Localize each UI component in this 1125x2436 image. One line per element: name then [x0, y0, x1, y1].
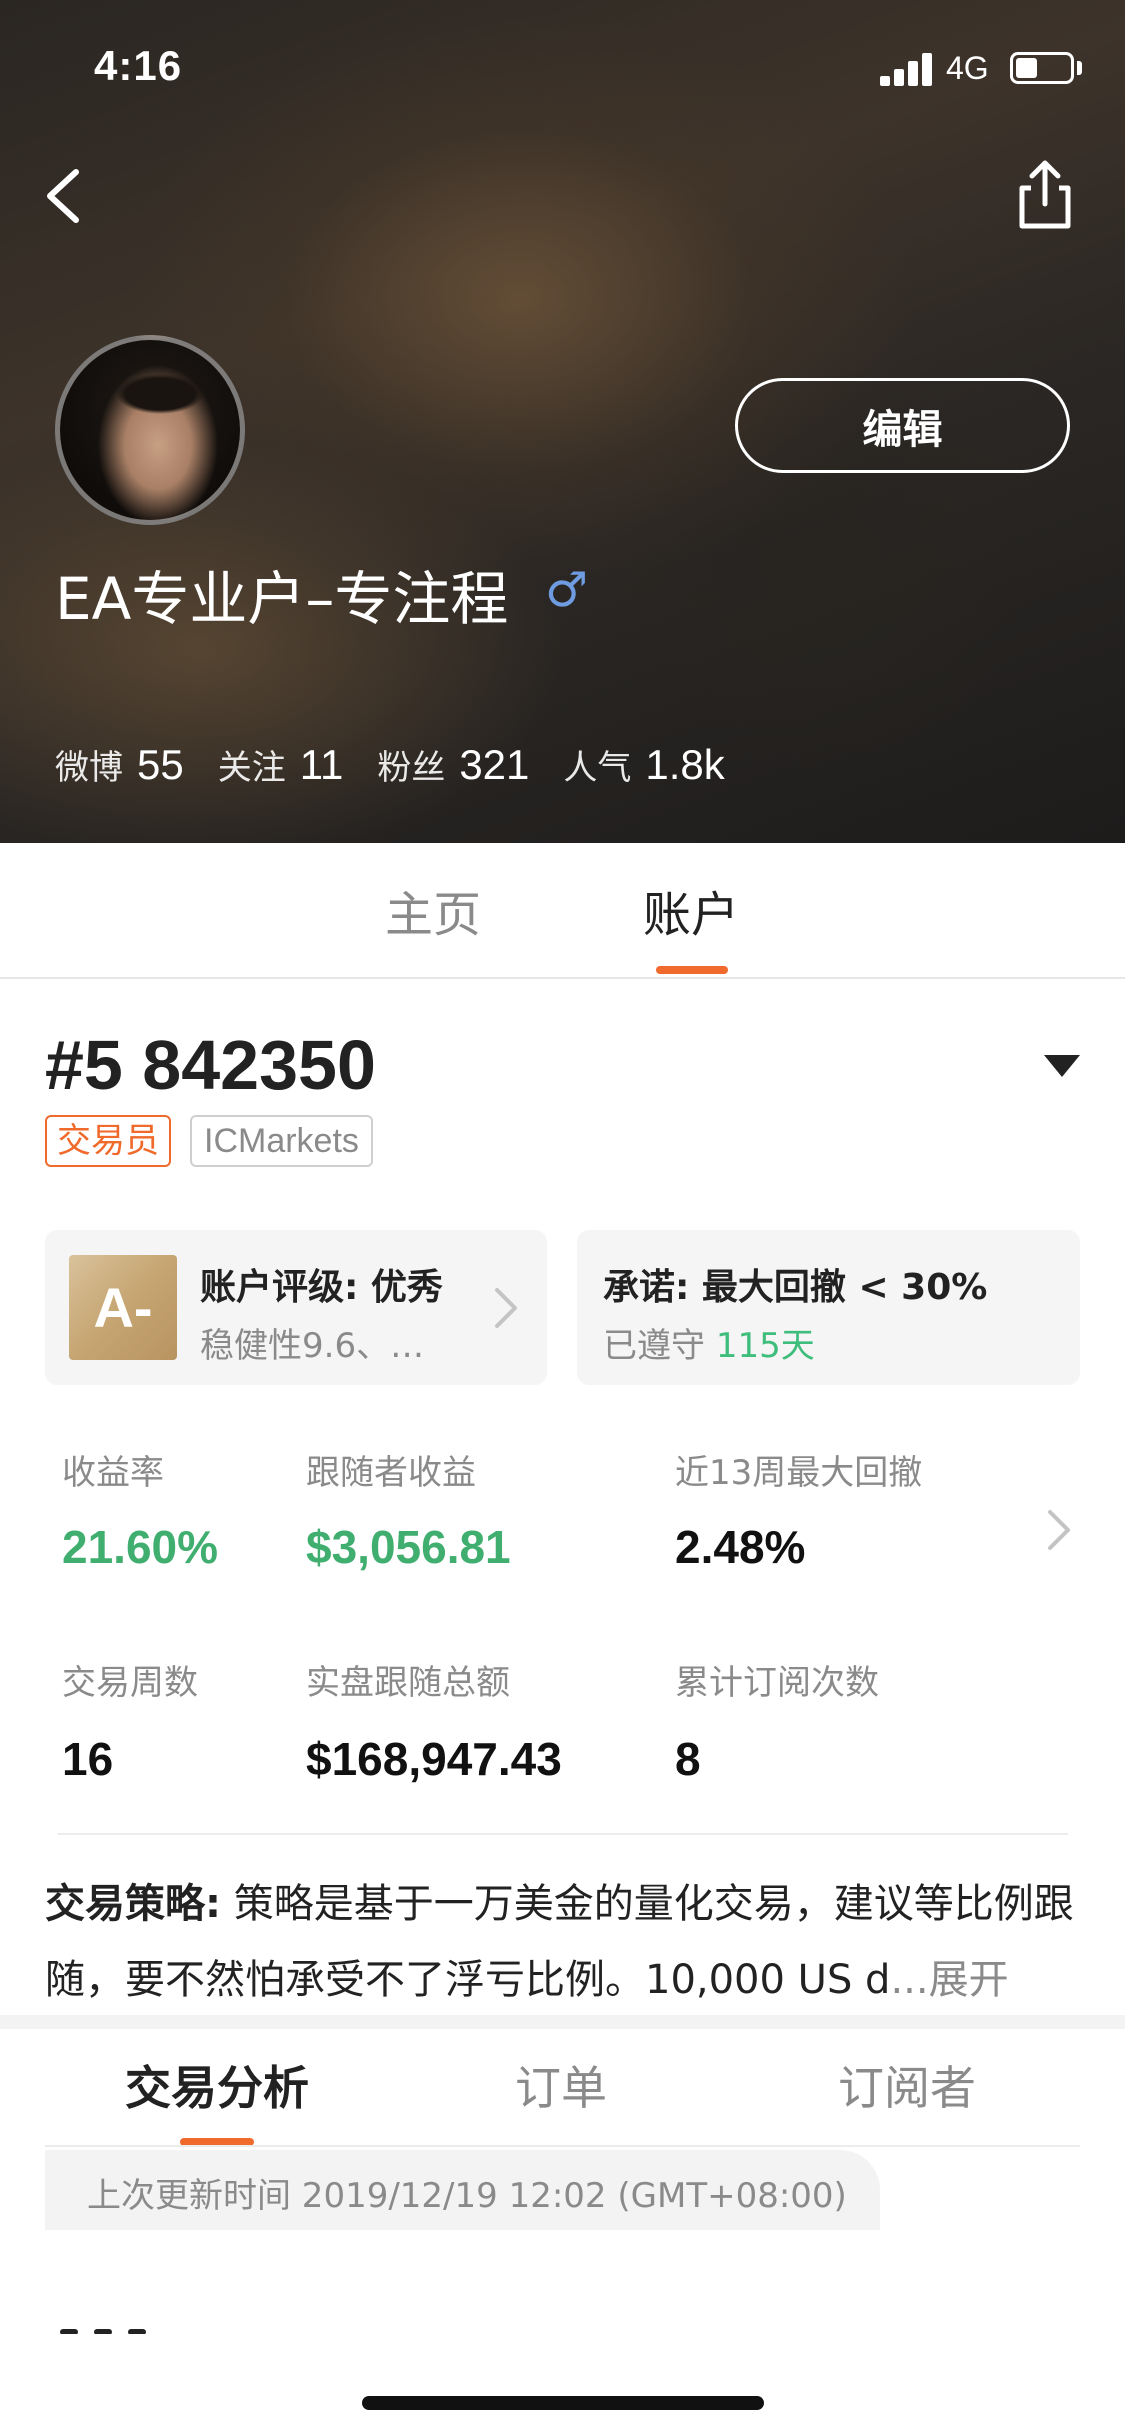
strategy-label: 交易策略:	[45, 1881, 221, 1927]
back-button[interactable]	[34, 156, 94, 236]
metric-max-drawdown-label: 近13周最大回撤	[675, 1453, 923, 1493]
share-button[interactable]	[1012, 156, 1078, 236]
metric-trading-weeks-value: 16	[62, 1733, 114, 1785]
commitment-kept-days: 115天	[715, 1326, 815, 1366]
avatar[interactable]	[55, 335, 245, 525]
battery-icon	[1010, 52, 1074, 84]
account-number: #5 842350	[45, 1026, 376, 1104]
last-update-bar: 上次更新时间 2019/12/19 12:02 (GMT+08:00)	[45, 2150, 880, 2230]
metrics-chevron-right-icon[interactable]	[1038, 1500, 1078, 1560]
tab-orders[interactable]: 订单	[515, 2052, 607, 2118]
edit-button[interactable]: 编辑	[735, 378, 1070, 473]
commitment-status: 已遵守 115天	[603, 1318, 815, 1367]
metric-subscriptions-value: 8	[675, 1733, 701, 1785]
stat-fans-value[interactable]: 321	[459, 741, 529, 789]
metric-follow-total-label: 实盘跟随总额	[306, 1663, 510, 1703]
sub-tab-bar: 交易分析 订单 订阅者	[0, 2030, 1125, 2146]
tab-trade-analysis[interactable]: 交易分析	[125, 2052, 309, 2118]
profile-stats: 微博 55 关注 11 粉丝 321 人气 1.8k	[55, 740, 759, 789]
section-gap	[0, 2015, 1125, 2029]
metric-follower-profit-label: 跟随者收益	[306, 1453, 476, 1493]
trader-tag: 交易员	[45, 1115, 171, 1167]
chevron-right-icon	[495, 1288, 517, 1328]
rating-subtitle: 稳健性9.6、…	[200, 1326, 425, 1366]
main-tab-bar: 主页 账户	[0, 843, 1125, 979]
grade-badge: A-	[69, 1255, 177, 1360]
clipped-content	[60, 2320, 180, 2334]
battery-cap	[1077, 61, 1082, 75]
sub-tab-divider	[45, 2145, 1080, 2147]
metric-max-drawdown-value: 2.48%	[675, 1521, 806, 1573]
stat-following-label: 关注	[217, 748, 286, 788]
broker-tag: ICMarkets	[190, 1115, 373, 1167]
tab-account[interactable]: 账户	[643, 875, 739, 945]
status-time: 4:16	[94, 42, 183, 89]
metric-follow-total-value: $168,947.43	[306, 1733, 562, 1785]
last-update-text: 上次更新时间 2019/12/19 12:02 (GMT+08:00)	[87, 2176, 847, 2216]
commitment-kept-prefix: 已遵守	[603, 1326, 716, 1366]
metric-return-value: 21.60%	[62, 1521, 219, 1573]
share-icon	[1019, 160, 1071, 229]
stat-fans-label: 粉丝	[377, 748, 446, 788]
trading-strategy: 交易策略: 策略是基于一万美金的量化交易，建议等比例跟随，要不然怕承受不了浮亏比…	[45, 1866, 1085, 2018]
account-dropdown-icon[interactable]	[1044, 1055, 1080, 1077]
stat-popularity-label: 人气	[563, 748, 632, 788]
home-indicator[interactable]	[362, 2396, 764, 2410]
stat-following-value[interactable]: 11	[300, 741, 344, 789]
metric-subscriptions-label: 累计订阅次数	[675, 1663, 879, 1703]
tab-home[interactable]: 主页	[385, 875, 481, 945]
account-rating-card[interactable]: A- 账户评级: 优秀 稳健性9.6、…	[45, 1230, 547, 1385]
user-name: EA专业户–专注程	[55, 565, 509, 633]
active-tab-indicator	[656, 966, 728, 974]
commitment-title: 承诺: 最大回撤 < 30%	[603, 1267, 988, 1308]
stat-weibo-label: 微博	[55, 748, 123, 788]
battery-fill	[1016, 58, 1037, 78]
male-gender-icon: ♂	[545, 562, 589, 618]
metric-trading-weeks-label: 交易周数	[62, 1663, 198, 1703]
cellular-signal-icon	[880, 52, 936, 86]
chevron-left-icon	[47, 169, 79, 223]
strategy-expand-link[interactable]: 展开	[929, 1957, 1009, 2003]
tab-subscribers[interactable]: 订阅者	[838, 2052, 976, 2118]
rating-title: 账户评级: 优秀	[200, 1267, 443, 1308]
status-bar: 4:16 4G	[0, 0, 1125, 130]
stat-popularity-value: 1.8k	[645, 741, 725, 788]
network-type: 4G	[946, 50, 989, 86]
profile-header: 4:16 4G 编辑 EA专业户–专注程 ♂ 微博 55 关注 11 粉丝 32…	[0, 0, 1125, 843]
metric-return-label: 收益率	[62, 1453, 164, 1493]
strategy-ellipsis: ...	[890, 1957, 929, 2003]
stat-weibo-value[interactable]: 55	[137, 741, 184, 789]
commitment-card: 承诺: 最大回撤 < 30% 已遵守 115天	[577, 1230, 1080, 1385]
divider	[58, 1833, 1068, 1835]
metric-follower-profit-value: $3,056.81	[306, 1521, 511, 1573]
